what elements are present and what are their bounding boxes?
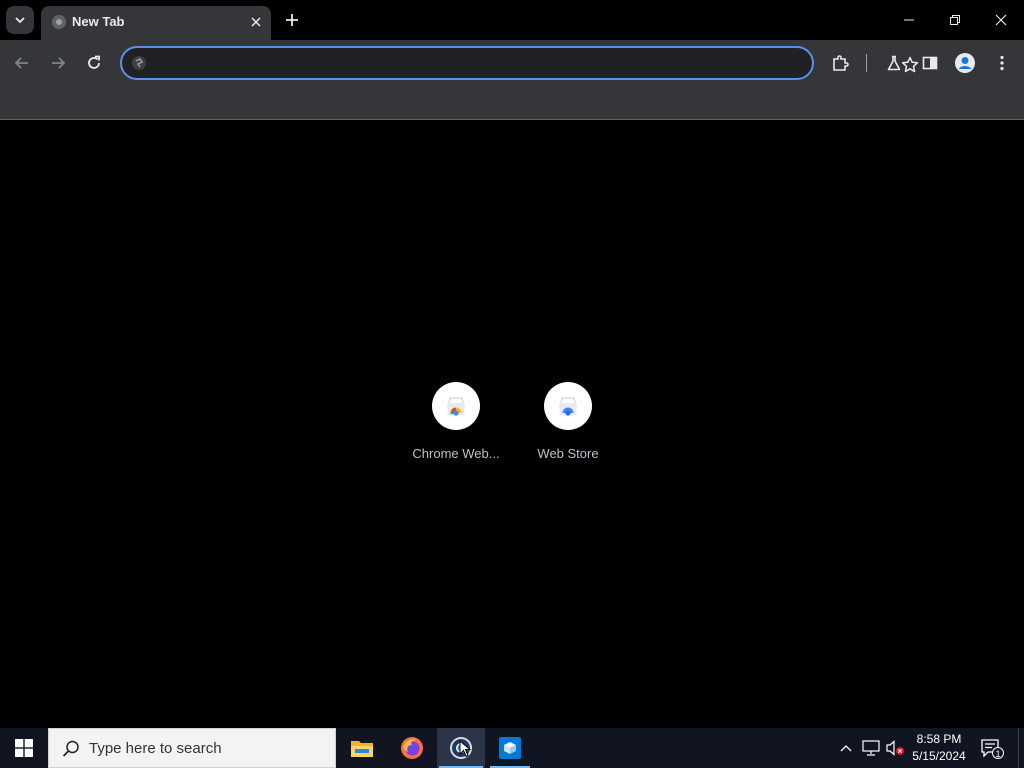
puzzle-icon [833, 55, 849, 71]
side-panel-button[interactable] [917, 50, 943, 76]
sandbox-app-icon [499, 737, 521, 759]
profile-button[interactable] [952, 50, 978, 76]
windows-logo-icon [15, 739, 33, 757]
notification-count-badge: 1 [992, 747, 1004, 759]
new-tab-page: Chrome Web... Web Store [0, 121, 1024, 728]
window-restore-button[interactable] [932, 0, 978, 40]
show-desktop-button[interactable] [1018, 728, 1024, 768]
close-icon [995, 14, 1007, 26]
taskbar-sandbox-app[interactable] [486, 728, 534, 768]
search-icon [62, 740, 79, 757]
shortcut-label: Chrome Web... [412, 446, 500, 461]
restore-icon [950, 15, 960, 25]
tray-volume[interactable] [885, 738, 905, 758]
clock-time: 8:58 PM [916, 732, 962, 746]
back-button[interactable] [9, 50, 35, 76]
chevron-up-icon [840, 745, 852, 752]
toolbar-divider [866, 54, 867, 72]
desktop-screen: New Tab Chrome Web... Web Store Type her… [0, 0, 1024, 768]
shortcut-label: Web Store [537, 446, 599, 461]
plus-icon [286, 14, 298, 26]
tab-strip: New Tab [0, 0, 1024, 40]
address-input[interactable] [152, 53, 752, 73]
window-minimize-button[interactable] [886, 0, 932, 40]
globe-icon [52, 15, 66, 29]
tab-search-button[interactable] [6, 6, 34, 34]
tray-network[interactable] [861, 738, 881, 758]
taskbar: Type here to search 8:58 PM 5/15/2024 1 [0, 728, 1024, 768]
taskbar-firefox[interactable] [388, 728, 436, 768]
taskbar-file-explorer[interactable] [338, 728, 386, 768]
tab-title: New Tab [72, 14, 125, 29]
tab-new-tab[interactable]: New Tab [41, 6, 271, 40]
search-engine-icon [132, 56, 146, 70]
address-bar[interactable] [120, 46, 919, 80]
taskbar-search-box[interactable]: Type here to search [48, 728, 336, 768]
reload-icon [88, 55, 100, 69]
window-close-button[interactable] [978, 0, 1024, 40]
taskbar-clock[interactable]: 8:58 PM 5/15/2024 [905, 731, 973, 765]
firefox-icon [401, 737, 423, 759]
labs-button[interactable] [881, 50, 907, 76]
volume-muted-icon [886, 740, 904, 756]
clock-date: 5/15/2024 [912, 749, 966, 763]
shortcut-tile [432, 382, 480, 430]
extensions-button[interactable] [827, 50, 853, 76]
arrow-right-icon [52, 57, 66, 69]
chrome-web-store-icon [447, 397, 465, 416]
start-button[interactable] [0, 728, 48, 768]
search-placeholder: Type here to search [89, 740, 222, 757]
flask-icon [887, 55, 901, 71]
action-center-button[interactable]: 1 [980, 738, 1004, 760]
close-icon [251, 17, 261, 27]
reload-button[interactable] [81, 50, 107, 76]
minimize-icon [904, 19, 914, 21]
forward-button[interactable] [45, 50, 71, 76]
arrow-left-icon [14, 57, 28, 69]
shortcut-web-store[interactable]: Web Store [512, 379, 624, 469]
chevron-down-icon [15, 17, 25, 24]
mouse-cursor-icon [459, 740, 471, 758]
browser-menu-button[interactable] [989, 50, 1015, 76]
bookmarks-bar [0, 86, 1024, 120]
taskbar-chrome[interactable] [437, 728, 485, 768]
file-explorer-icon [351, 741, 373, 757]
tray-overflow-button[interactable] [836, 738, 856, 758]
browser-toolbar [0, 40, 1024, 86]
network-icon [862, 740, 880, 756]
side-panel-icon [922, 56, 938, 70]
tab-close-button[interactable] [246, 12, 266, 32]
shortcut-tile [544, 382, 592, 430]
web-store-icon [559, 397, 577, 416]
shortcut-chrome-web-store[interactable]: Chrome Web... [400, 379, 512, 469]
new-tab-button[interactable] [280, 8, 304, 32]
avatar-icon [955, 53, 975, 73]
more-vertical-icon [1000, 55, 1004, 71]
